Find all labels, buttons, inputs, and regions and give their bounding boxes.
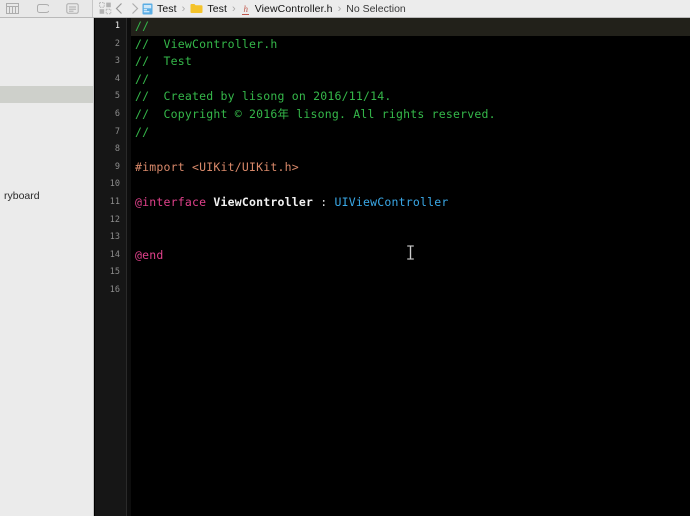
breadcrumb-label: Test <box>207 2 228 15</box>
line-number: 5 <box>114 91 120 102</box>
code-token-cmt: // Copyright © 2016年 lisong. All rights … <box>135 106 496 121</box>
code-line[interactable] <box>131 229 690 247</box>
navigator-row[interactable] <box>0 35 93 52</box>
navigator-row[interactable] <box>0 103 93 120</box>
code-token-cmt: // Created by lisong on 2016/11/14. <box>135 89 392 104</box>
code-line[interactable]: #import <UIKit/UIKit.h> <box>131 159 690 177</box>
breadcrumb-separator: › <box>337 2 342 15</box>
navigator-row[interactable] <box>0 120 93 137</box>
breadcrumb-separator: › <box>232 2 236 15</box>
breadcrumb-separator: › <box>181 2 186 15</box>
code-token-str: <UIKit/UIKit.h> <box>192 159 299 174</box>
navigator-row[interactable] <box>0 18 93 35</box>
code-token-pre: #import <box>135 159 192 174</box>
jump-bar: Test › Test › h ViewController.h › No Se… <box>94 0 690 17</box>
code-line[interactable]: // ViewController.h <box>131 36 690 54</box>
navigator-row[interactable] <box>0 154 93 171</box>
toolbar-left-group <box>0 0 93 17</box>
line-number: 3 <box>114 56 120 67</box>
code-line[interactable]: @end <box>131 247 690 265</box>
breadcrumb-item-file[interactable]: h ViewController.h <box>241 3 333 15</box>
comment-icon[interactable] <box>66 3 79 14</box>
xcode-window: Test › Test › h ViewController.h › No Se… <box>0 0 690 516</box>
folder-icon <box>190 4 203 13</box>
tag-icon[interactable] <box>36 3 49 14</box>
line-number: 7 <box>114 126 120 137</box>
line-number: 11 <box>109 196 120 207</box>
code-token-typ: UIViewController <box>334 194 449 209</box>
code-line[interactable] <box>131 212 690 230</box>
code-line[interactable]: // <box>131 124 690 142</box>
xcode-project-icon <box>142 3 153 14</box>
code-token-cmt: // <box>135 71 150 86</box>
navigator-view-icon[interactable] <box>6 3 19 14</box>
code-token-cmt: // ViewController.h <box>135 36 278 51</box>
code-token-cls: ViewController <box>213 194 314 209</box>
code-line[interactable]: // <box>131 71 690 89</box>
project-navigator[interactable]: ryboard <box>0 18 94 516</box>
toolbar: Test › Test › h ViewController.h › No Se… <box>0 0 690 18</box>
navigator-row[interactable] <box>0 69 93 86</box>
code-line[interactable]: // Created by lisong on 2016/11/14. <box>131 88 690 106</box>
code-line[interactable]: @interface ViewController : UIViewContro… <box>131 194 690 212</box>
code-line[interactable] <box>131 176 690 194</box>
breadcrumb-label: Test <box>157 2 177 15</box>
code-line[interactable]: // Test <box>131 53 690 71</box>
code-token-punc: : <box>313 194 335 209</box>
code-line[interactable]: // <box>131 18 690 36</box>
navigator-row[interactable] <box>0 137 93 154</box>
related-items-grid-icon[interactable] <box>99 2 112 15</box>
navigator-row[interactable] <box>0 171 93 188</box>
code-line[interactable] <box>131 282 690 300</box>
editor-vertical-scrollbar[interactable] <box>683 18 690 516</box>
code-line[interactable] <box>131 264 690 282</box>
line-number: 10 <box>109 179 120 190</box>
code-token-cmt: // <box>135 19 150 33</box>
code-token-cmt: // Test <box>135 54 192 69</box>
breadcrumb-selection[interactable]: No Selection <box>346 3 406 15</box>
line-number: 6 <box>114 108 120 119</box>
breadcrumb-label: ViewController.h <box>254 2 333 15</box>
navigator-item[interactable]: ryboard <box>0 188 93 205</box>
line-number-gutter: 1 2 3 4 5 6 7 8 9 10 11 12 13 14 15 16 <box>95 18 127 516</box>
code-token-cmt: // <box>135 124 150 139</box>
code-content[interactable]: // // ViewController.h // Test // // Created… <box>131 18 690 516</box>
line-number: 2 <box>114 38 120 49</box>
code-line[interactable]: // Copyright © 2016年 lisong. All rights … <box>131 106 690 124</box>
source-editor[interactable]: 1 2 3 4 5 6 7 8 9 10 11 12 13 14 15 16 //// ViewControl… <box>95 18 690 516</box>
line-number: 13 <box>109 232 120 243</box>
navigator-row[interactable] <box>0 86 93 103</box>
code-token-kw: @interface <box>135 194 207 209</box>
line-number: 12 <box>109 214 120 225</box>
navigator-row[interactable] <box>0 52 93 69</box>
line-number: 15 <box>109 267 120 278</box>
breadcrumb-item-folder[interactable]: Test <box>190 3 227 15</box>
breadcrumb-item-project[interactable]: Test <box>142 3 177 15</box>
line-number: 4 <box>114 73 120 84</box>
line-number: 14 <box>109 249 120 260</box>
forward-button[interactable] <box>127 0 142 17</box>
line-number: 1 <box>114 21 120 31</box>
code-line[interactable] <box>131 141 690 159</box>
line-number: 16 <box>109 284 120 295</box>
header-file-icon: h <box>242 3 249 15</box>
back-button[interactable] <box>112 0 127 17</box>
code-token-kw: @end <box>135 247 164 262</box>
line-number: 8 <box>114 144 120 155</box>
line-number: 9 <box>114 161 120 172</box>
